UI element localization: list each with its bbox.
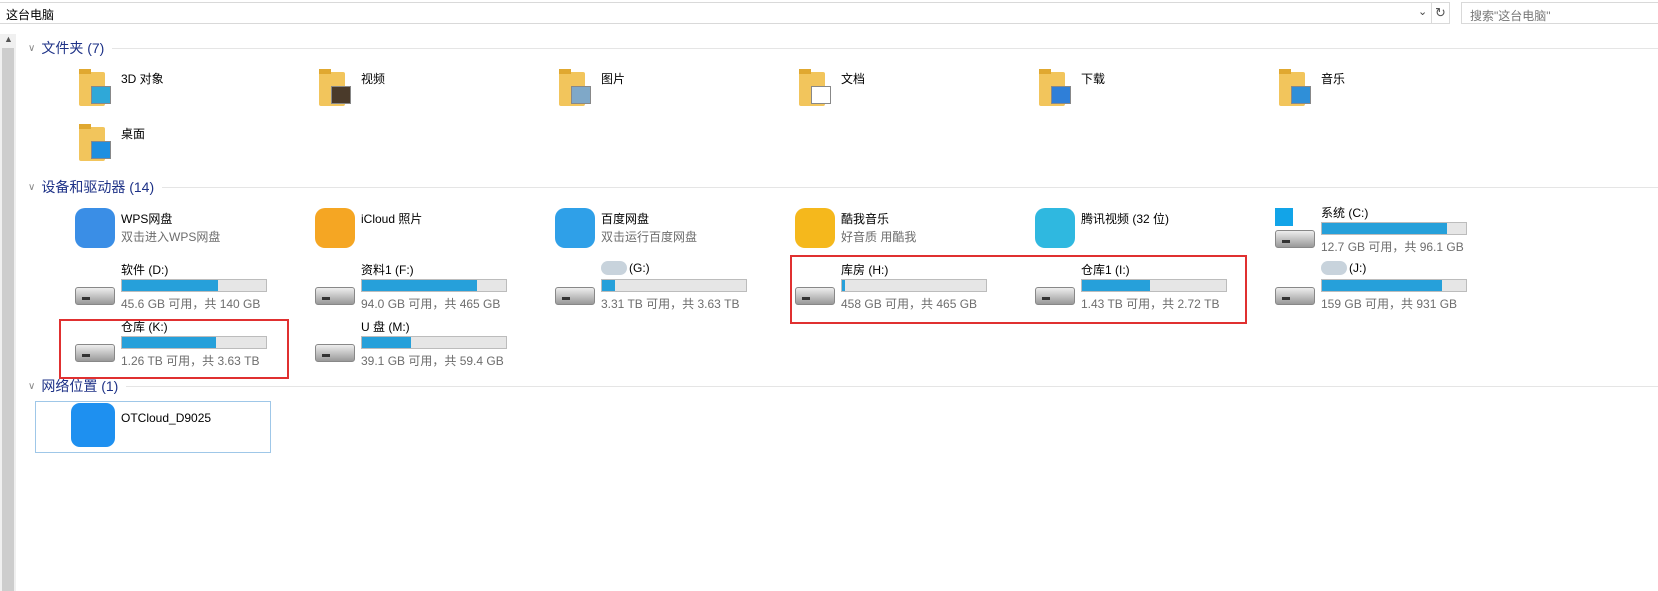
item-name: iCloud 照片	[361, 212, 423, 226]
item-detail: 94.0 GB 可用，共 465 GB	[361, 297, 501, 311]
item-detail: 39.1 GB 可用，共 59.4 GB	[361, 354, 504, 368]
scrollbar[interactable]: ▲	[0, 34, 16, 591]
section-title: 网络位置 (1)	[41, 378, 119, 394]
item-name: 下载	[1081, 72, 1106, 86]
item-name: WPS网盘	[121, 212, 173, 226]
item-name: (J:)	[1349, 261, 1367, 275]
folder-item[interactable]: 桌面	[75, 119, 311, 173]
redacted-label	[1321, 261, 1347, 275]
drive-item[interactable]: 系统 (C:) 12.7 GB 可用，共 96.1 GB	[1275, 204, 1511, 258]
app-item[interactable]: 酷我音乐好音质 用酷我	[795, 204, 1031, 258]
item-name: 视频	[361, 72, 386, 86]
item-name: 音乐	[1321, 72, 1346, 86]
usage-bar	[121, 279, 267, 292]
item-detail: 12.7 GB 可用，共 96.1 GB	[1321, 240, 1464, 254]
drive-item[interactable]: U 盘 (M:) 39.1 GB 可用，共 59.4 GB	[315, 318, 551, 372]
item-name: 系统 (C:)	[1321, 206, 1369, 220]
folder-item[interactable]: 文档	[795, 64, 1031, 118]
folder-item[interactable]: 下载	[1035, 64, 1271, 118]
network-item[interactable]: OTCloud_D9025	[71, 403, 311, 459]
hard-drive-icon	[315, 322, 355, 362]
desktop-icon	[75, 123, 115, 163]
kuwo-music-icon	[795, 208, 835, 248]
pictures-icon	[555, 68, 595, 108]
item-detail: 双击运行百度网盘	[601, 230, 698, 244]
folder-item[interactable]: 3D 对象	[75, 64, 311, 118]
refresh-icon[interactable]: ↻	[1432, 2, 1450, 24]
scroll-up-icon[interactable]: ▲	[4, 34, 13, 44]
section-network[interactable]: ∨ 网络位置 (1)	[28, 377, 1658, 395]
scrollbar-thumb[interactable]	[2, 48, 14, 591]
windows-logo-icon	[1275, 208, 1293, 226]
app-item[interactable]: 百度网盘双击运行百度网盘	[555, 204, 791, 258]
item-name: 文档	[841, 72, 866, 86]
otcloud-icon	[71, 403, 115, 447]
app-item[interactable]: iCloud 照片	[315, 204, 551, 258]
music-icon	[1275, 68, 1315, 108]
baidu-netdisk-icon	[555, 208, 595, 248]
annotation-box	[790, 255, 1247, 324]
section-title: 文件夹 (7)	[41, 40, 105, 56]
item-name: 酷我音乐	[841, 212, 890, 226]
item-detail: 好音质 用酷我	[841, 230, 917, 244]
hard-drive-icon	[315, 265, 355, 305]
item-detail: 159 GB 可用，共 931 GB	[1321, 297, 1458, 311]
usage-bar	[361, 279, 507, 292]
item-detail: 45.6 GB 可用，共 140 GB	[121, 297, 261, 311]
tencent-video-icon	[1035, 208, 1075, 248]
folder-item[interactable]: 图片	[555, 64, 791, 118]
item-name: OTCloud_D9025	[121, 411, 212, 425]
item-name: 桌面	[121, 127, 146, 141]
folder-item[interactable]: 音乐	[1275, 64, 1511, 118]
item-name: 资料1 (F:)	[361, 263, 414, 277]
drive-item[interactable]: 软件 (D:) 45.6 GB 可用，共 140 GB	[75, 261, 311, 315]
folder-item[interactable]: 视频	[315, 64, 551, 118]
section-devices[interactable]: ∨ 设备和驱动器 (14)	[28, 178, 1658, 196]
chevron-icon: ∨	[28, 42, 36, 54]
chevron-down-icon[interactable]: ⌄	[1418, 5, 1427, 18]
section-folders[interactable]: ∨ 文件夹 (7)	[28, 39, 1658, 57]
item-detail: 3.31 TB 可用，共 3.63 TB	[601, 297, 740, 311]
app-item[interactable]: WPS网盘双击进入WPS网盘	[75, 204, 311, 258]
3d-objects-icon	[75, 68, 115, 108]
usage-bar	[1321, 279, 1467, 292]
hard-drive-icon	[555, 265, 595, 305]
documents-icon	[795, 68, 835, 108]
item-name: U 盘 (M:)	[361, 320, 410, 334]
videos-icon	[315, 68, 355, 108]
chevron-icon: ∨	[28, 181, 36, 193]
search-input[interactable]: 搜索"这台电脑"	[1461, 2, 1658, 24]
hard-drive-icon	[1275, 208, 1315, 248]
chevron-icon: ∨	[28, 380, 36, 392]
section-title: 设备和驱动器 (14)	[41, 179, 155, 195]
item-name: 腾讯视频 (32 位)	[1081, 212, 1170, 226]
drive-item[interactable]: (G:) 3.31 TB 可用，共 3.63 TB	[555, 261, 791, 315]
wps-cloud-icon	[75, 208, 115, 248]
downloads-icon	[1035, 68, 1075, 108]
app-item[interactable]: 腾讯视频 (32 位)	[1035, 204, 1271, 258]
hard-drive-icon	[75, 265, 115, 305]
drive-item[interactable]: 资料1 (F:) 94.0 GB 可用，共 465 GB	[315, 261, 551, 315]
usage-bar	[361, 336, 507, 349]
address-bar[interactable]: 这台电脑	[0, 2, 1432, 24]
item-name: (G:)	[629, 261, 650, 275]
item-detail: 双击进入WPS网盘	[121, 230, 221, 244]
address-path: 这台电脑	[6, 8, 55, 22]
item-name: 软件 (D:)	[121, 263, 169, 277]
usage-bar	[601, 279, 747, 292]
item-name: 3D 对象	[121, 72, 164, 86]
item-name: 图片	[601, 72, 626, 86]
annotation-box	[59, 319, 289, 379]
item-name: 百度网盘	[601, 212, 650, 226]
usage-bar	[1321, 222, 1467, 235]
drive-item[interactable]: (J:) 159 GB 可用，共 931 GB	[1275, 261, 1511, 315]
icloud-photos-icon	[315, 208, 355, 248]
hard-drive-icon	[1275, 265, 1315, 305]
redacted-label	[601, 261, 627, 275]
